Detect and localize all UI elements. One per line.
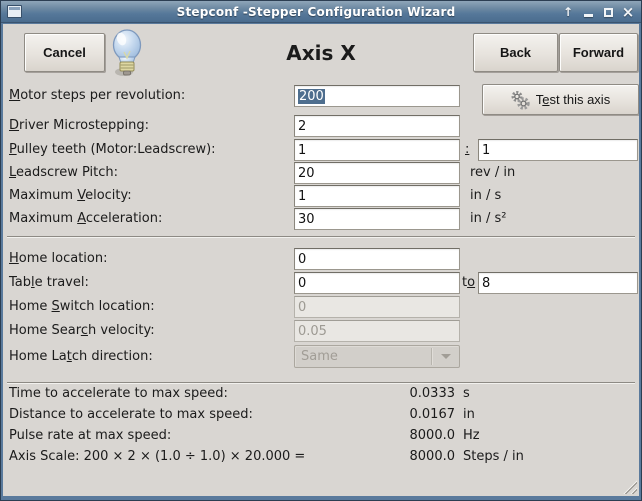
max-acceleration-input[interactable]: 30 xyxy=(294,208,460,230)
maximize-box xyxy=(604,8,613,17)
table-travel-label: Table travel: xyxy=(9,275,89,291)
home-search-velocity-label: Home Search velocity: xyxy=(9,323,155,339)
home-location-label: Home location: xyxy=(9,251,108,267)
forward-button[interactable]: Forward xyxy=(559,33,638,72)
gears-icon xyxy=(511,90,530,110)
window-icon xyxy=(7,5,22,18)
test-this-axis-button[interactable]: Test this axis xyxy=(482,84,639,115)
max-velocity-label: Maximum Velocity: xyxy=(9,188,132,204)
summary-accel-distance-unit: in xyxy=(463,407,475,422)
summary-accel-time-label: Time to accelerate to max speed: xyxy=(9,386,228,401)
summary-axis-scale-value: 8000.0 xyxy=(373,449,455,464)
summary-accel-distance-value: 0.0167 xyxy=(373,407,455,422)
stepconf-window: Stepconf -Stepper Configuration Wizard ↑… xyxy=(0,0,642,501)
summary-pulse-rate-value: 8000.0 xyxy=(373,428,455,443)
pulley-leadscrew-input[interactable]: 1 xyxy=(478,139,638,161)
home-location-input[interactable]: 0 xyxy=(294,248,460,270)
minimize-icon[interactable] xyxy=(581,4,595,20)
microstepping-label: Driver Microstepping: xyxy=(9,118,149,134)
home-latch-direction-label: Home Latch direction: xyxy=(9,349,153,365)
summary-axis-scale-unit: Steps / in xyxy=(463,449,524,464)
home-latch-direction-dropdown: Same xyxy=(294,345,460,368)
max-acceleration-unit: in / s² xyxy=(470,211,506,226)
window-icon-bar xyxy=(9,7,20,10)
table-travel-from-input[interactable]: 0 xyxy=(294,272,460,294)
max-velocity-input[interactable]: 1 xyxy=(294,185,460,207)
window-controls: ↑ × xyxy=(561,1,635,23)
pulley-teeth-label: Pulley teeth (Motor:Leadscrew): xyxy=(9,142,216,158)
pulley-motor-input[interactable]: 1 xyxy=(294,139,460,161)
close-icon[interactable]: × xyxy=(621,4,635,20)
leadscrew-pitch-input[interactable]: 20 xyxy=(294,162,460,184)
microstepping-input[interactable]: 2 xyxy=(294,115,460,137)
summary-pulse-rate-label: Pulse rate at max speed: xyxy=(9,428,171,443)
chevron-down-icon xyxy=(433,354,459,359)
titlebar[interactable]: Stepconf -Stepper Configuration Wizard ↑… xyxy=(1,1,641,23)
home-switch-location-input: 0 xyxy=(294,296,460,318)
separator-top xyxy=(7,236,635,238)
home-switch-location-label: Home Switch location: xyxy=(9,299,155,315)
wizard-page-axis-x: Cancel Axi xyxy=(3,24,639,496)
leadscrew-pitch-label: Leadscrew Pitch: xyxy=(9,165,118,181)
shade-icon[interactable]: ↑ xyxy=(561,4,575,20)
table-travel-to-label: to xyxy=(462,275,475,291)
maximize-icon[interactable] xyxy=(601,4,615,20)
summary-axis-scale-label: Axis Scale: 200 × 2 × (1.0 ÷ 1.0) × 20.0… xyxy=(9,449,305,464)
table-travel-to-input[interactable]: 8 xyxy=(478,272,638,294)
summary-accel-distance-label: Distance to accelerate to max speed: xyxy=(9,407,253,422)
summary-pulse-rate-unit: Hz xyxy=(463,428,480,443)
max-acceleration-label: Maximum Acceleration: xyxy=(9,211,162,227)
max-velocity-unit: in / s xyxy=(470,188,501,203)
window-title: Stepconf -Stepper Configuration Wizard xyxy=(1,5,641,19)
leadscrew-pitch-unit: rev / in xyxy=(470,165,515,180)
minimize-bar xyxy=(584,14,593,17)
back-button[interactable]: Back xyxy=(473,33,558,72)
resize-grip[interactable] xyxy=(621,478,637,494)
summary-accel-time-value: 0.0333 xyxy=(373,386,455,401)
motor-steps-label: Motor steps per revolution: xyxy=(9,88,185,104)
separator-bottom xyxy=(7,382,635,384)
test-this-axis-label: Test this axis xyxy=(536,92,610,107)
pulley-colon-label: : xyxy=(465,142,469,158)
home-latch-direction-value: Same xyxy=(295,349,431,364)
summary-accel-time-unit: s xyxy=(463,386,470,401)
home-search-velocity-input: 0.05 xyxy=(294,320,460,342)
motor-steps-input[interactable]: 200 xyxy=(294,85,460,107)
motor-steps-selected-text: 200 xyxy=(298,89,325,104)
combo-divider xyxy=(431,348,432,365)
